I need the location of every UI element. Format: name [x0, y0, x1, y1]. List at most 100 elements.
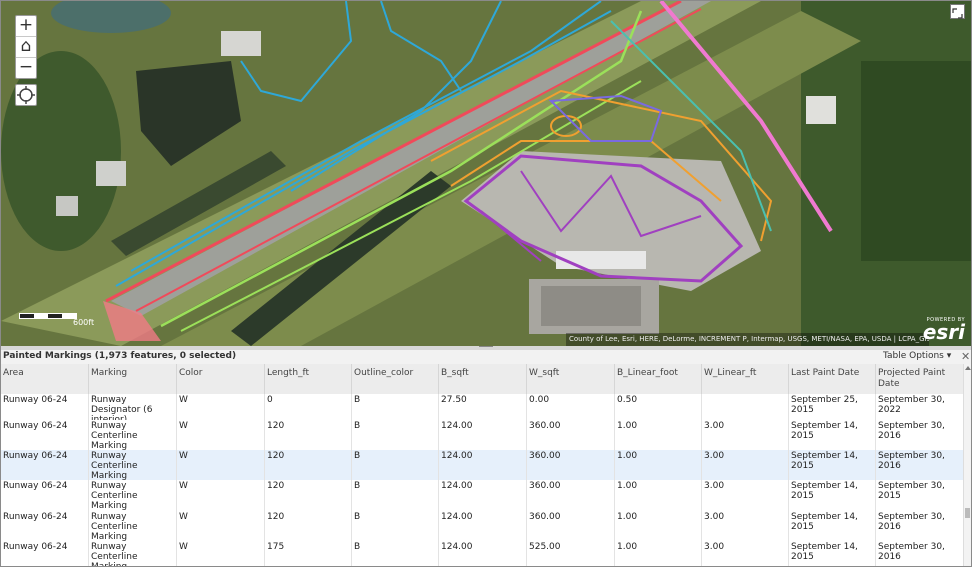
column-header-length[interactable]: Length_ft	[264, 364, 351, 394]
cell-w-linear-ft: 3.00	[701, 480, 788, 511]
cell-text: 124.00	[441, 512, 473, 522]
column-header-w-sqft[interactable]: W_sqft	[526, 364, 614, 394]
cell-projected-paint-date: September 30, 2016	[875, 511, 963, 541]
cell-text: September 30, 2015	[878, 481, 945, 501]
column-header-marking[interactable]: Marking	[88, 364, 176, 394]
cell-text: September 30, 2016	[878, 421, 945, 441]
table-row[interactable]: Runway 06-24 Runway Centerline Marking W 12…	[1, 511, 963, 542]
table-row[interactable]: Runway 06-24 Runway Centerline Marking W 17…	[1, 541, 963, 566]
zoom-out-button[interactable]: −	[16, 58, 36, 78]
cell-text: 3.00	[704, 481, 725, 491]
cell-area: Runway 06-24	[1, 420, 88, 450]
zoom-in-button[interactable]: +	[16, 16, 36, 37]
app-frame: + ⌂ − 600ft County of Lee, Esri, HERE, D…	[0, 0, 972, 567]
column-header-b-linear-foot[interactable]: B_Linear_foot	[614, 364, 701, 394]
table-title: Painted Markings (1,973 features, 0 sele…	[3, 351, 237, 361]
locate-icon	[17, 86, 35, 104]
cell-color: W	[176, 394, 264, 420]
table-row[interactable]: Runway 06-24 Runway Centerline Marking W 12…	[1, 420, 963, 451]
cell-outline-color: B	[351, 541, 438, 566]
cell-text: 124.00	[441, 421, 473, 431]
cell-last-paint-date: September 14, 2015	[788, 511, 875, 541]
cell-length: 120	[264, 450, 351, 480]
cell-area: Runway 06-24	[1, 511, 88, 541]
cell-text: 360.00	[529, 481, 561, 491]
cell-length: 120	[264, 511, 351, 541]
column-header-color[interactable]: Color	[176, 364, 264, 394]
cell-w-sqft: 360.00	[526, 420, 614, 450]
cell-text: September 14, 2015	[791, 481, 858, 501]
cell-b-sqft: 124.00	[438, 450, 526, 480]
cell-text: 360.00	[529, 451, 561, 461]
cell-last-paint-date: September 14, 2015	[788, 450, 875, 480]
scroll-up-icon[interactable]	[965, 366, 971, 370]
home-button[interactable]: ⌂	[16, 37, 36, 58]
scrollbar-thumb[interactable]	[965, 508, 970, 518]
cell-text: Runway Centerline Marking	[91, 421, 138, 450]
cell-marking: Runway Centerline Marking	[88, 420, 176, 450]
table-title-bar: Painted Markings (1,973 features, 0 sele…	[1, 350, 971, 364]
cell-projected-paint-date: September 30, 2015	[875, 480, 963, 511]
column-header-last-paint-date[interactable]: Last Paint Date	[788, 364, 875, 394]
cell-text: Runway Centerline Marking	[91, 512, 138, 541]
cell-text: September 14, 2015	[791, 542, 858, 562]
cell-w-linear-ft: 3.00	[701, 450, 788, 480]
cell-text: September 25, 2015	[791, 395, 858, 415]
cell-text: Runway 06-24	[3, 395, 68, 405]
cell-b-sqft: 124.00	[438, 541, 526, 566]
maximize-icon[interactable]	[950, 4, 965, 19]
cell-text: 124.00	[441, 451, 473, 461]
cell-text: 1.00	[617, 421, 638, 431]
cell-projected-paint-date: September 30, 2016	[875, 420, 963, 450]
table-row[interactable]: Runway 06-24 Runway Centerline Marking W 12…	[1, 480, 963, 512]
cell-projected-paint-date: September 30, 2016	[875, 541, 963, 566]
cell-text: September 30, 2022	[878, 395, 945, 415]
locate-button[interactable]	[15, 84, 37, 106]
column-header-w-linear-ft[interactable]: W_Linear_ft	[701, 364, 788, 394]
cell-w-sqft: 0.00	[526, 394, 614, 420]
cell-text: W	[179, 395, 188, 405]
table-scrollbar[interactable]	[963, 364, 971, 566]
column-header-projected-paint-date[interactable]: Projected Paint Date	[875, 364, 963, 394]
table-row[interactable]: Runway 06-24 Runway Centerline Marking W 12…	[1, 450, 963, 481]
aerial-imagery	[1, 1, 971, 346]
close-icon[interactable]: ✕	[961, 350, 970, 363]
cell-b-sqft: 124.00	[438, 420, 526, 450]
cell-color: W	[176, 541, 264, 566]
table-row[interactable]: Runway 06-24 Runway Designator (6 interio…	[1, 394, 963, 421]
column-header-b-sqft[interactable]: B_sqft	[438, 364, 526, 394]
cell-text: 1.00	[617, 481, 638, 491]
cell-text: B	[354, 481, 361, 491]
cell-marking: Runway Designator (6 interior)	[88, 394, 176, 420]
cell-w-linear-ft: 3.00	[701, 420, 788, 450]
cell-outline-color: B	[351, 511, 438, 541]
cell-w-linear-ft: 3.00	[701, 541, 788, 566]
column-header-outline-color[interactable]: Outline_color	[351, 364, 438, 394]
cell-text: B	[354, 421, 361, 431]
esri-logo[interactable]: POWERED BY esri	[922, 317, 965, 344]
cell-w-sqft: 360.00	[526, 480, 614, 511]
cell-w-sqft: 360.00	[526, 450, 614, 480]
cell-last-paint-date: September 14, 2015	[788, 480, 875, 511]
cell-text: 1.00	[617, 451, 638, 461]
cell-text: Runway 06-24	[3, 481, 68, 491]
cell-text: 3.00	[704, 421, 725, 431]
cell-w-sqft: 360.00	[526, 511, 614, 541]
cell-text: Runway 06-24	[3, 542, 68, 552]
map-view[interactable]: + ⌂ − 600ft County of Lee, Esri, HERE, D…	[1, 1, 971, 346]
column-header-area[interactable]: Area	[1, 364, 88, 394]
cell-area: Runway 06-24	[1, 450, 88, 480]
esri-name: esri	[922, 320, 965, 344]
table-options-button[interactable]: Table Options ▾	[883, 351, 951, 361]
cell-area: Runway 06-24	[1, 480, 88, 511]
cell-text: September 14, 2015	[791, 451, 858, 471]
cell-length: 120	[264, 420, 351, 450]
cell-marking: Runway Centerline Marking	[88, 450, 176, 480]
cell-b-sqft: 27.50	[438, 394, 526, 420]
cell-area: Runway 06-24	[1, 541, 88, 566]
cell-text: Runway Centerline Marking	[91, 481, 138, 511]
cell-text: 0	[267, 395, 273, 405]
cell-text: 0.00	[529, 395, 550, 405]
cell-text: September 30, 2016	[878, 512, 945, 532]
cell-outline-color: B	[351, 420, 438, 450]
